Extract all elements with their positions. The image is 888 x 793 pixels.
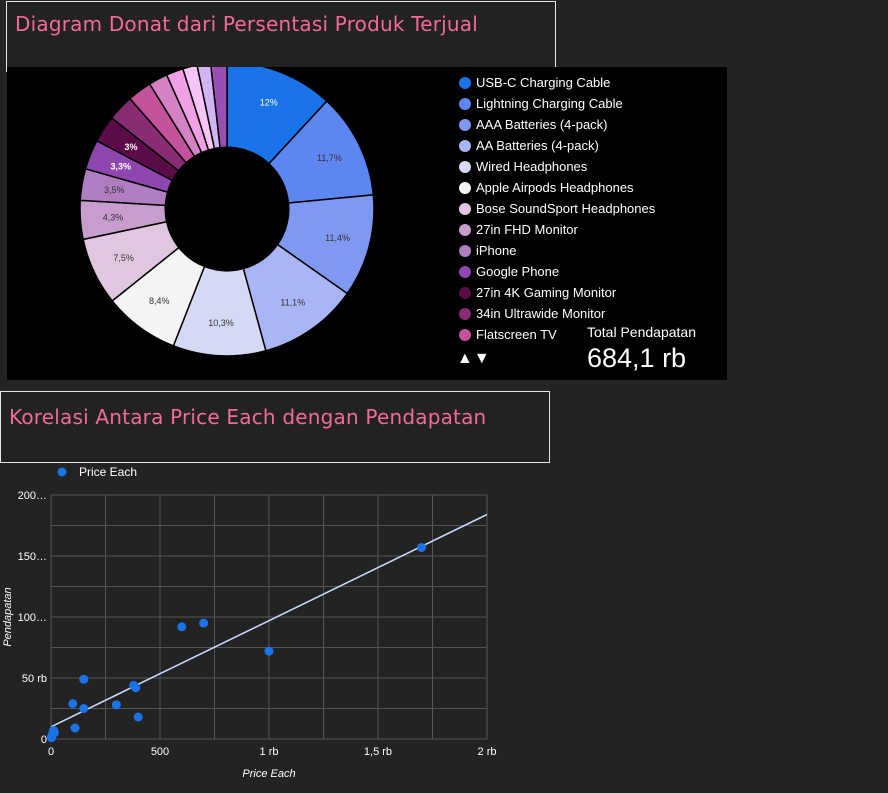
legend-swatch (57, 467, 67, 477)
legend-label: Flatscreen TV (476, 327, 557, 342)
x-tick-label: 0 (48, 746, 54, 758)
scatter-title-box: Korelasi Antara Price Each dengan Pendap… (0, 391, 550, 463)
legend-swatch (459, 161, 471, 173)
donut-data-label: 4,3% (103, 213, 124, 223)
x-tick-label: 500 (151, 746, 169, 758)
legend-label: Google Phone (476, 264, 560, 279)
legend-item[interactable]: USB-C Charging Cable (457, 73, 717, 94)
legend-swatch (459, 245, 471, 257)
legend-item[interactable]: 27in 4K Gaming Monitor (457, 283, 717, 304)
scorecard-label: Total Pendapatan (587, 324, 696, 340)
legend-swatch (459, 77, 471, 89)
scatter-point[interactable] (417, 542, 427, 552)
scatter-point[interactable] (264, 646, 274, 656)
legend-label: 34in Ultrawide Monitor (476, 306, 606, 321)
donut-data-label: 3% (125, 142, 138, 152)
donut-data-label: 12% (260, 98, 278, 108)
legend-item[interactable]: Apple Airpods Headphones (457, 178, 717, 199)
legend-label: 27in 4K Gaming Monitor (476, 285, 617, 300)
legend-label: AAA Batteries (4-pack) (476, 117, 608, 132)
legend-swatch (459, 140, 471, 152)
y-tick-label: 100… (18, 612, 47, 624)
scatter-chart: 0 500 1 rb 1,5 rb 2 rb 0 50 rb 100… 150… 200… Pric… (2, 465, 497, 780)
legend-label: Apple Airpods Headphones (476, 180, 634, 195)
y-tick-label: 50 rb (22, 673, 47, 685)
legend-item[interactable]: 27in FHD Monitor (457, 220, 717, 241)
scorecard-value: 684,1 rb (587, 343, 687, 373)
scatter-point[interactable] (79, 704, 89, 713)
legend-swatch (459, 266, 471, 278)
y-axis-label: Pendapatan (2, 587, 14, 646)
scatter-point[interactable] (133, 712, 143, 722)
scatter-point[interactable] (68, 699, 78, 709)
donut-data-label: 11,7% (317, 153, 342, 163)
legend-swatch (459, 308, 471, 320)
legend-item[interactable]: Bose SoundSport Headphones (457, 199, 717, 220)
scatter-point[interactable] (46, 733, 56, 743)
legend-item[interactable]: AA Batteries (4-pack) (457, 136, 717, 157)
legend-swatch (459, 329, 471, 341)
legend-swatch (459, 203, 471, 215)
legend-item[interactable]: Lightning Charging Cable (457, 94, 717, 115)
legend-swatch (459, 98, 471, 110)
donut-data-label: 10,3% (208, 318, 234, 328)
scatter-point[interactable] (131, 683, 141, 693)
legend-label: iPhone (476, 243, 517, 258)
legend-label: Price Each (79, 465, 137, 479)
legend-swatch (459, 224, 471, 236)
donut-data-label: 8,4% (149, 296, 170, 306)
legend-label: Wired Headphones (476, 159, 588, 174)
y-tick-label: 0 (41, 734, 47, 746)
donut-chart: 12% 11,7% 11,4% 11,1% 10,3% 8,4% 7,5% 4,3% 3,5% 3… (79, 67, 375, 357)
donut-chart-title: Diagram Donat dari Persentasi Produk Ter… (15, 12, 479, 36)
legend-swatch (459, 119, 471, 131)
donut-data-label: 7,5% (113, 253, 134, 263)
donut-data-label: 11,4% (325, 233, 350, 243)
legend-item[interactable]: 34in Ultrawide Monitor (457, 304, 717, 325)
x-tick-label: 1,5 rb (364, 746, 392, 758)
y-tick-label: 200… (18, 490, 47, 502)
scatter-point[interactable] (79, 674, 89, 684)
legend-label: Lightning Charging Cable (476, 96, 623, 111)
scatter-point[interactable] (199, 618, 209, 628)
donut-chart-panel: 12% 11,7% 11,4% 11,1% 10,3% 8,4% 7,5% 4,3% 3,5% 3… (7, 67, 727, 380)
x-tick-label: 1 rb (260, 746, 279, 758)
legend-label: AA Batteries (4-pack) (476, 138, 599, 153)
legend-item[interactable]: iPhone (457, 241, 717, 262)
scatter-point[interactable] (70, 723, 80, 733)
donut-data-label: 3,3% (111, 162, 132, 172)
legend-item[interactable]: Wired Headphones (457, 157, 717, 178)
donut-title-box: Diagram Donat dari Persentasi Produk Ter… (6, 1, 556, 72)
donut-data-label: 11,1% (280, 298, 305, 308)
x-axis-label: Price Each (242, 768, 295, 780)
legend-item[interactable]: AAA Batteries (4-pack) (457, 115, 717, 136)
legend-swatch (459, 287, 471, 299)
total-revenue-scorecard: Total Pendapatan 684,1 rb (587, 324, 696, 374)
donut-data-label: 3,5% (104, 185, 125, 195)
x-tick-label: 2 rb (478, 746, 497, 758)
scatter-point[interactable] (177, 622, 187, 632)
y-tick-label: 150… (18, 551, 47, 563)
legend-swatch (459, 182, 471, 194)
legend-label: 27in FHD Monitor (476, 222, 578, 237)
scatter-point[interactable] (111, 700, 121, 710)
legend-label: Bose SoundSport Headphones (476, 201, 656, 216)
legend-label: USB-C Charging Cable (476, 75, 611, 90)
scatter-chart-title: Korelasi Antara Price Each dengan Pendap… (9, 405, 487, 429)
legend-item[interactable]: Google Phone (457, 262, 717, 283)
legend-page-arrows[interactable]: ▲▼ (457, 350, 491, 368)
